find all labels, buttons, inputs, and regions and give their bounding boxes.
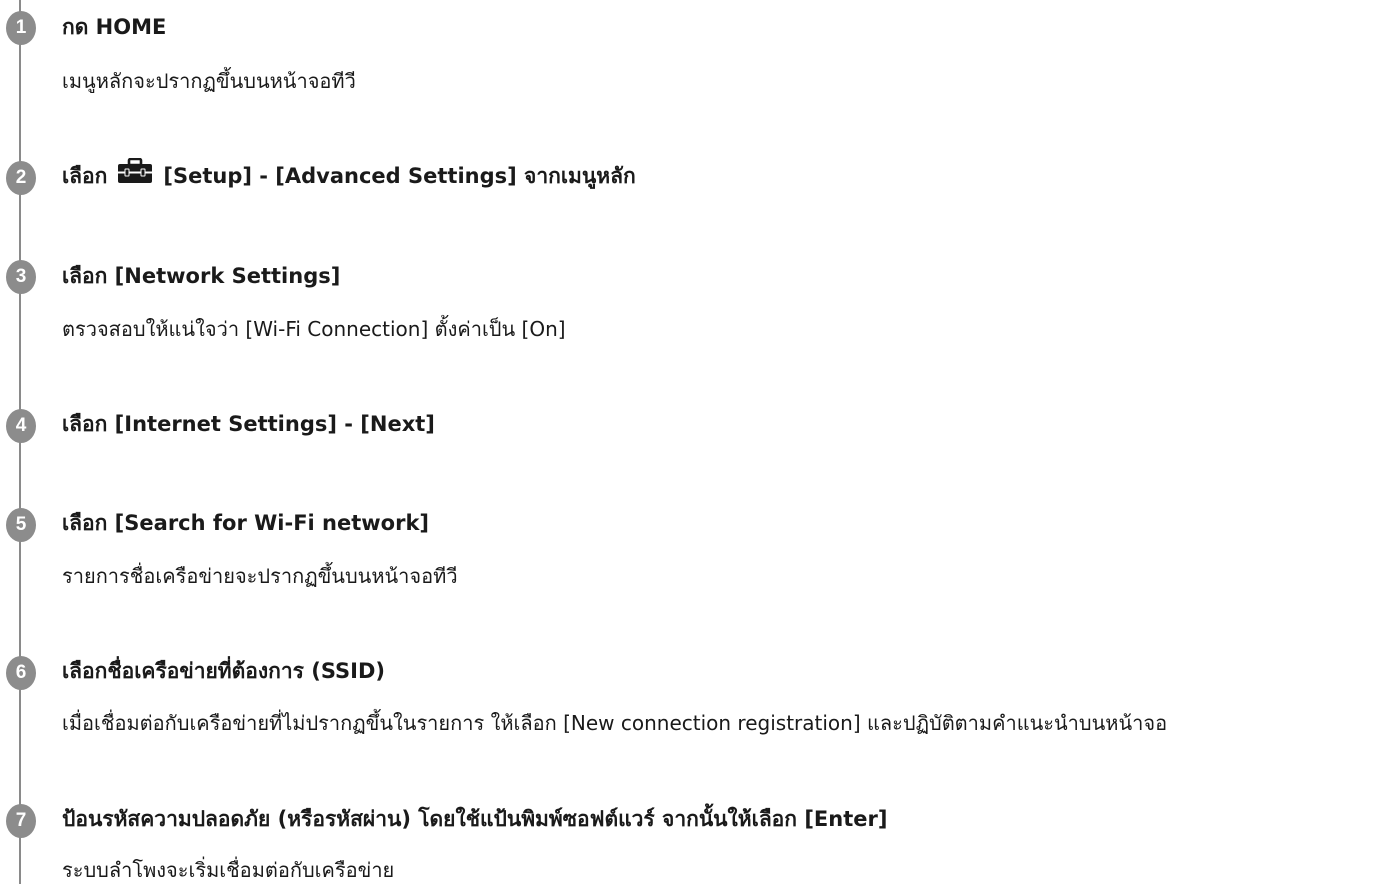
step-3-title: เลือก [Network Settings] bbox=[62, 264, 341, 288]
step-5-description: รายการชื่อเครือข่ายจะปรากฏขึ้นบนหน้าจอที… bbox=[62, 564, 458, 588]
step-2-title: เลือก [Setup] - [Advanced Settings] จากเ… bbox=[62, 157, 636, 192]
step-5-title: เลือก [Search for Wi-Fi network] bbox=[62, 511, 430, 535]
step-7-title: ป้อนรหัสความปลอดภัย (หรือรหัสผ่าน) โดยใช… bbox=[62, 807, 888, 831]
step-2-title-suffix: [Setup] - [Advanced Settings] จากเมนูหลั… bbox=[163, 164, 636, 188]
step-6-badge: 6 bbox=[6, 656, 36, 690]
step-6-description: เมื่อเชื่อมต่อกับเครือข่ายที่ไม่ปรากฏขึ้… bbox=[62, 711, 1168, 735]
step-3-badge: 3 bbox=[6, 260, 36, 294]
step-1-badge: 1 bbox=[6, 11, 36, 45]
step-3-description: ตรวจสอบให้แน่ใจว่า [Wi-Fi Connection] ตั… bbox=[62, 317, 566, 341]
step-6-title: เลือกชื่อเครือข่ายที่ต้องการ (SSID) bbox=[62, 659, 385, 683]
step-7-badge: 7 bbox=[6, 804, 36, 838]
step-2-title-prefix: เลือก bbox=[62, 164, 108, 188]
step-4-badge: 4 bbox=[6, 409, 36, 443]
instruction-page: 1 กด HOME เมนูหลักจะปรากฏขึ้นบนหน้าจอทีว… bbox=[0, 0, 1391, 884]
step-1-description: เมนูหลักจะปรากฏขึ้นบนหน้าจอทีวี bbox=[62, 69, 356, 93]
step-1-title: กด HOME bbox=[62, 15, 167, 39]
step-4-title: เลือก [Internet Settings] - [Next] bbox=[62, 412, 435, 436]
step-2-badge: 2 bbox=[6, 161, 36, 195]
step-5-badge: 5 bbox=[6, 508, 36, 542]
toolbox-icon bbox=[117, 157, 153, 192]
step-7-description: ระบบลำโพงจะเริ่มเชื่อมต่อกับเครือข่าย bbox=[62, 858, 395, 882]
